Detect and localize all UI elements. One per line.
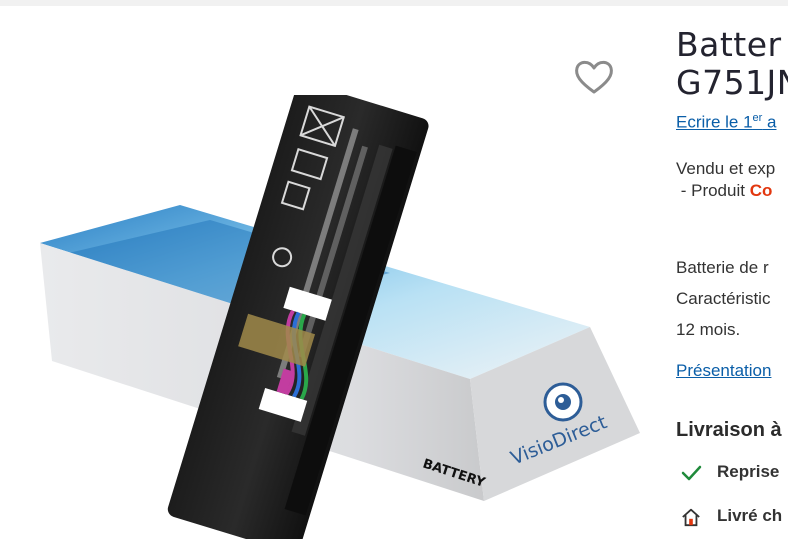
product-info-panel: Batter G751JN Ecrire le 1er a Vendu et e… [676,0,788,539]
seller-line-2-prefix: - Produit [676,181,750,200]
seller-brand: Co [749,181,773,200]
feature-home-label: Livré ch [717,506,783,525]
desc-line-3: 12 mois. [676,320,741,339]
review-suffix: a [762,112,777,132]
write-review-link[interactable]: Ecrire le 1er a [676,112,777,133]
seller-info: Vendu et exp - Produit Co [676,158,775,202]
product-description: Batterie de r Caractéristic 12 mois. [676,252,770,345]
title-line-1: Batter [676,25,782,64]
review-prefix: Ecrire le 1 [676,112,753,132]
seller-line-2: - Produit Co [676,180,775,202]
presentation-link[interactable]: Présentation [676,361,771,381]
seller-line-1: Vendu et exp [676,159,776,178]
delivery-heading: Livraison à [676,419,782,441]
home-icon [682,508,700,527]
desc-line-2: Caractéristic [676,289,771,308]
check-icon [681,465,702,481]
review-sup: er [752,112,763,124]
desc-line-1: Batterie de r [676,258,769,277]
feature-reprise-label: Reprise [717,462,780,481]
product-title: Batter G751JN [676,26,788,102]
favorite-heart-button[interactable] [572,57,616,97]
title-line-2: G751JN [676,63,788,102]
heart-icon [575,60,613,94]
product-image: VisioDirect BATTERY [40,95,640,539]
